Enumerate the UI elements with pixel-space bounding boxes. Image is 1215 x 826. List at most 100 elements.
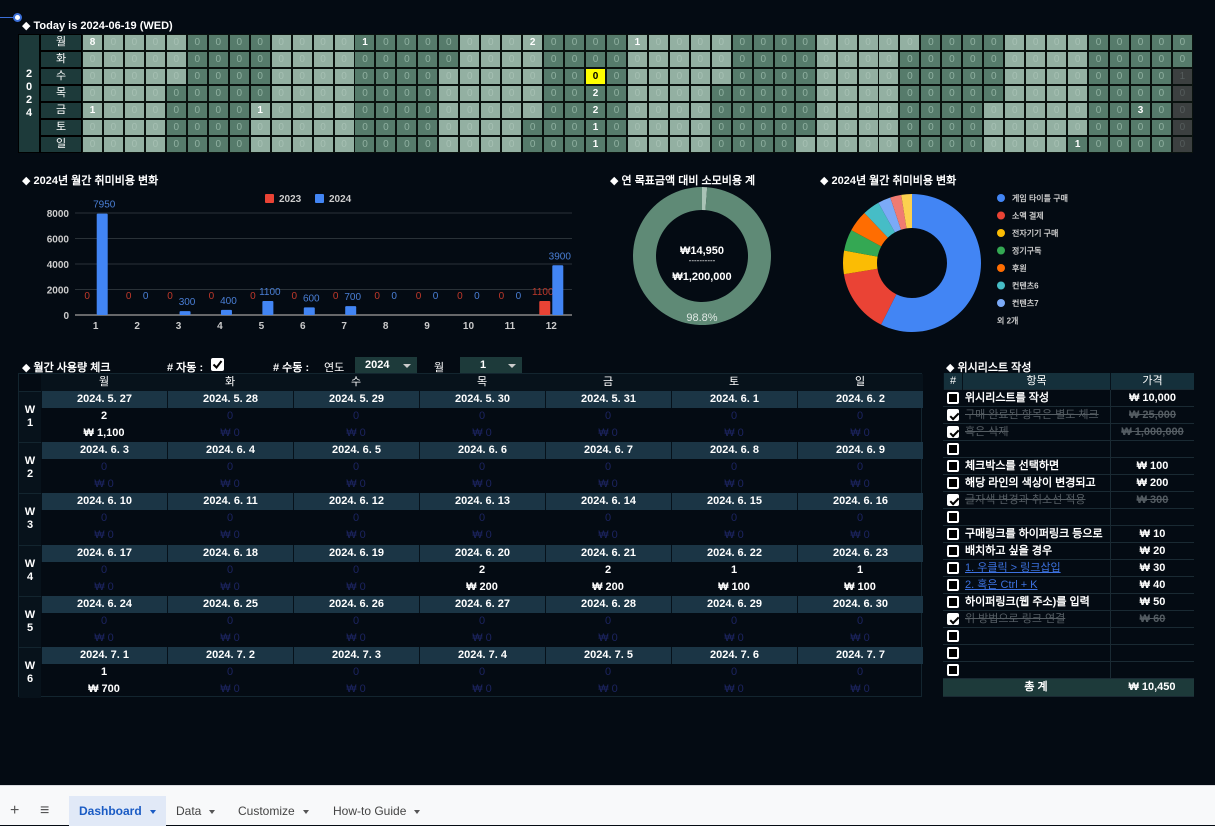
heatmap-day-cell[interactable]: 0 bbox=[752, 34, 774, 51]
heatmap-day-cell[interactable]: 0 bbox=[501, 119, 523, 136]
heatmap-day-cell[interactable]: 0 bbox=[333, 102, 355, 119]
heatmap-day-cell[interactable]: 0 bbox=[312, 68, 334, 85]
heatmap-day-cell[interactable]: 0 bbox=[354, 119, 376, 136]
heatmap-day-cell[interactable]: 0 bbox=[731, 51, 753, 68]
sheet-tab-data[interactable]: Data bbox=[166, 796, 225, 826]
heatmap-day-cell[interactable]: 0 bbox=[899, 85, 921, 102]
heatmap-day-cell[interactable]: 0 bbox=[522, 85, 544, 102]
heatmap-day-cell[interactable]: 0 bbox=[1067, 102, 1089, 119]
heatmap-day-cell[interactable]: 0 bbox=[333, 136, 355, 153]
heatmap-day-cell[interactable]: 0 bbox=[165, 119, 187, 136]
heatmap-day-cell[interactable]: 0 bbox=[731, 34, 753, 51]
sheet-tab-customize[interactable]: Customize bbox=[228, 796, 319, 826]
heatmap-day-cell[interactable]: 0 bbox=[480, 68, 502, 85]
heatmap-day-cell[interactable]: 0 bbox=[710, 119, 732, 136]
heatmap-day-cell[interactable]: 0 bbox=[794, 68, 816, 85]
item-checkbox[interactable] bbox=[947, 579, 959, 591]
heatmap-day-cell[interactable]: 0 bbox=[752, 119, 774, 136]
heatmap-day-cell[interactable]: 0 bbox=[438, 68, 460, 85]
heatmap-day-cell[interactable]: 0 bbox=[186, 34, 208, 51]
heatmap-day-cell[interactable]: 0 bbox=[270, 34, 292, 51]
all-sheets-menu-icon[interactable]: ≡ bbox=[30, 796, 59, 826]
heatmap-day-cell[interactable]: 0 bbox=[773, 68, 795, 85]
heatmap-day-cell[interactable]: 0 bbox=[228, 85, 250, 102]
heatmap-day-cell[interactable]: 0 bbox=[186, 102, 208, 119]
heatmap-day-cell[interactable]: 0 bbox=[668, 85, 690, 102]
heatmap-day-cell[interactable]: 1 bbox=[1067, 136, 1089, 153]
heatmap-day-cell[interactable]: 0 bbox=[396, 34, 418, 51]
heatmap-day-cell[interactable]: 1 bbox=[626, 34, 648, 51]
heatmap-day-cell[interactable]: 0 bbox=[941, 119, 963, 136]
heatmap-day-cell[interactable]: 0 bbox=[438, 119, 460, 136]
heatmap-day-cell[interactable]: 0 bbox=[459, 119, 481, 136]
heatmap-day-cell[interactable]: 0 bbox=[773, 136, 795, 153]
heatmap-day-cell[interactable]: 0 bbox=[144, 119, 166, 136]
heatmap-day-cell[interactable]: 0 bbox=[941, 136, 963, 153]
heatmap-day-cell[interactable]: 0 bbox=[249, 51, 271, 68]
chevron-down-icon[interactable] bbox=[149, 809, 156, 814]
heatmap-day-cell[interactable]: 0 bbox=[1150, 119, 1172, 136]
heatmap-day-cell[interactable]: 0 bbox=[564, 34, 586, 51]
heatmap-day-cell[interactable]: 0 bbox=[228, 51, 250, 68]
heatmap-day-cell[interactable]: 0 bbox=[626, 102, 648, 119]
heatmap-day-cell[interactable]: 0 bbox=[857, 102, 879, 119]
heatmap-day-cell[interactable]: 0 bbox=[480, 51, 502, 68]
heatmap-day-cell[interactable]: 0 bbox=[878, 119, 900, 136]
heatmap-day-cell[interactable]: 0 bbox=[564, 136, 586, 153]
heatmap-day-cell[interactable]: 0 bbox=[1067, 119, 1089, 136]
heatmap-day-cell[interactable]: 0 bbox=[1046, 85, 1068, 102]
heatmap-day-cell[interactable]: 0 bbox=[857, 51, 879, 68]
heatmap-day-cell[interactable]: 0 bbox=[459, 102, 481, 119]
heatmap-day-cell[interactable]: 0 bbox=[522, 119, 544, 136]
heatmap-day-cell[interactable]: 0 bbox=[123, 136, 145, 153]
heatmap-day-cell[interactable]: 0 bbox=[186, 119, 208, 136]
heatmap-day-cell[interactable]: 0 bbox=[1004, 136, 1026, 153]
heatmap-day-cell[interactable]: 0 bbox=[920, 68, 942, 85]
heatmap-day-cell[interactable]: 0 bbox=[417, 34, 439, 51]
heatmap-day-cell[interactable]: 0 bbox=[1025, 34, 1047, 51]
heatmap-day-cell[interactable]: 0 bbox=[689, 119, 711, 136]
heatmap-day-cell[interactable]: 0 bbox=[1171, 34, 1193, 51]
heatmap-day-cell[interactable]: 0 bbox=[710, 85, 732, 102]
heatmap-day-cell[interactable]: 0 bbox=[312, 85, 334, 102]
heatmap-day-cell[interactable]: 0 bbox=[1046, 51, 1068, 68]
heatmap-day-cell[interactable]: 0 bbox=[941, 85, 963, 102]
add-sheet-icon[interactable]: + bbox=[0, 796, 29, 826]
heatmap-day-cell[interactable]: 0 bbox=[794, 136, 816, 153]
item-checkbox[interactable] bbox=[947, 630, 959, 642]
heatmap-day-cell[interactable]: 0 bbox=[564, 102, 586, 119]
heatmap-day-cell[interactable]: 3 bbox=[1130, 102, 1151, 119]
heatmap-day-cell[interactable]: 0 bbox=[375, 119, 397, 136]
heatmap-day-cell[interactable]: 0 bbox=[585, 68, 607, 85]
heatmap-day-cell[interactable]: 0 bbox=[606, 136, 627, 153]
heatmap-day-cell[interactable]: 0 bbox=[773, 85, 795, 102]
sheet-tab-how-to-guide[interactable]: How-to Guide bbox=[323, 796, 430, 826]
heatmap-day-cell[interactable]: 0 bbox=[1109, 34, 1131, 51]
heatmap-day-cell[interactable]: 1 bbox=[354, 34, 376, 51]
heatmap-day-cell[interactable]: 0 bbox=[165, 51, 187, 68]
heatmap-day-cell[interactable]: 0 bbox=[626, 136, 648, 153]
heatmap-day-cell[interactable]: 0 bbox=[564, 68, 586, 85]
heatmap-day-cell[interactable]: 0 bbox=[689, 136, 711, 153]
heatmap-day-cell[interactable]: 0 bbox=[144, 102, 166, 119]
heatmap-day-cell[interactable]: 0 bbox=[1109, 119, 1131, 136]
heatmap-day-cell[interactable]: 0 bbox=[123, 68, 145, 85]
heatmap-day-cell[interactable]: 0 bbox=[1004, 34, 1026, 51]
heatmap-day-cell[interactable]: 0 bbox=[249, 119, 271, 136]
heatmap-day-cell[interactable]: 0 bbox=[920, 119, 942, 136]
heatmap-day-cell[interactable]: 0 bbox=[312, 102, 334, 119]
heatmap-day-cell[interactable]: 0 bbox=[983, 136, 1005, 153]
heatmap-day-cell[interactable]: 0 bbox=[606, 85, 627, 102]
heatmap-day-cell[interactable]: 0 bbox=[941, 51, 963, 68]
heatmap-day-cell[interactable]: 0 bbox=[1004, 119, 1026, 136]
heatmap-day-cell[interactable]: 0 bbox=[186, 68, 208, 85]
item-checkbox[interactable] bbox=[947, 613, 959, 625]
heatmap-day-cell[interactable]: 0 bbox=[962, 51, 984, 68]
heatmap-day-cell[interactable]: 0 bbox=[647, 68, 669, 85]
heatmap-day-cell[interactable]: 0 bbox=[752, 68, 774, 85]
heatmap-day-cell[interactable]: 0 bbox=[522, 68, 544, 85]
heatmap-day-cell[interactable]: 0 bbox=[522, 136, 544, 153]
heatmap-day-cell[interactable]: 0 bbox=[102, 102, 124, 119]
heatmap-day-cell[interactable]: 0 bbox=[1067, 34, 1089, 51]
heatmap-day-cell[interactable]: 0 bbox=[543, 136, 565, 153]
